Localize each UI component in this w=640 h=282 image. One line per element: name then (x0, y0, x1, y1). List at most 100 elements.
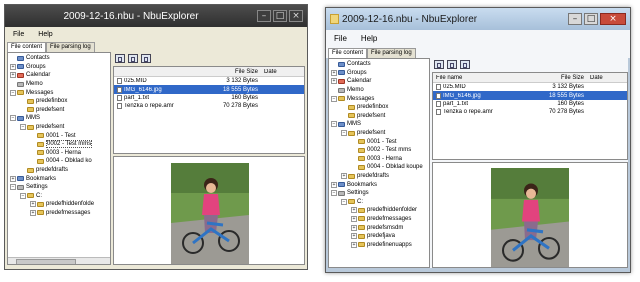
expand-icon[interactable]: + (331, 181, 337, 188)
maximize-icon[interactable]: □ (273, 10, 287, 22)
expand-icon[interactable]: + (341, 173, 347, 180)
expand-icon[interactable]: + (10, 63, 16, 70)
collapse-icon[interactable]: − (331, 121, 337, 128)
tree-node[interactable]: 0002 - Test mms (329, 146, 429, 155)
tree-node[interactable]: + Bookmarks (329, 180, 429, 189)
tree-node[interactable]: − Messages (329, 94, 429, 103)
tree-node[interactable]: Contacts (8, 54, 110, 63)
column-header-date[interactable]: Date (260, 69, 304, 75)
file-list[interactable]: File name File Size Date 025.MID 3 132 By… (432, 72, 628, 160)
collapse-icon[interactable]: − (20, 124, 26, 131)
collapse-icon[interactable]: − (331, 190, 337, 197)
expand-icon[interactable]: + (331, 69, 337, 76)
tree-node[interactable]: + predefhiddenfolde (8, 200, 110, 209)
tree-node[interactable]: 0001 - Test (329, 137, 429, 146)
tab-file-content[interactable]: File content (7, 42, 47, 52)
expand-icon[interactable]: + (331, 78, 337, 85)
minimize-icon[interactable]: – (257, 10, 271, 22)
tree-node[interactable]: + predefdrafts (329, 172, 429, 181)
tree-node[interactable]: + predefhiddenfolder (329, 206, 429, 215)
collapse-icon[interactable]: − (341, 130, 347, 137)
tree-node[interactable]: − Messages (8, 88, 110, 97)
column-header-name[interactable]: File name (433, 75, 535, 81)
file-list[interactable]: File Size Date 025.MID 3 132 Bytes IMG_61… (113, 66, 305, 154)
tree-node[interactable]: + Calendar (8, 71, 110, 80)
tab-file-parsing-log[interactable]: File parsing log (367, 48, 416, 58)
file-row-selected[interactable]: IMG_6146.jpg 18 555 Bytes (114, 85, 304, 94)
collapse-icon[interactable]: − (341, 198, 347, 205)
view-list-icon[interactable] (128, 53, 138, 63)
tree-node[interactable]: Contacts (329, 60, 429, 69)
view-list-icon[interactable] (447, 59, 457, 69)
expand-icon[interactable]: + (351, 241, 357, 248)
tree-node[interactable]: 0004 - Obklad ko (8, 157, 110, 166)
horizontal-scrollbar[interactable] (8, 257, 110, 264)
view-details-icon[interactable] (115, 53, 125, 63)
tree-node[interactable]: − C: (8, 192, 110, 201)
tree-node[interactable]: + Groups (8, 63, 110, 72)
file-row-selected[interactable]: IMG_6146.jpg 18 555 Bytes (433, 91, 627, 100)
collapse-icon[interactable]: − (331, 95, 337, 102)
tree-node[interactable]: − predefsent (8, 123, 110, 132)
close-icon[interactable]: × (600, 13, 626, 25)
expand-icon[interactable]: + (351, 215, 357, 222)
tree-node[interactable]: 0003 - Herna (8, 149, 110, 158)
tree-node[interactable]: predefinbox (8, 97, 110, 106)
maximize-icon[interactable]: □ (584, 13, 598, 25)
file-row[interactable]: Tenzka o repe.amr 70 278 Bytes (433, 108, 627, 116)
expand-icon[interactable]: + (351, 207, 357, 214)
view-thumbnails-icon[interactable] (141, 53, 151, 63)
tree-node[interactable]: − MMS (8, 114, 110, 123)
minimize-icon[interactable]: – (568, 13, 582, 25)
file-row[interactable]: part_1.txt 160 Bytes (114, 94, 304, 102)
expand-icon[interactable]: + (351, 224, 357, 231)
collapse-icon[interactable]: − (10, 115, 16, 122)
tree-node[interactable]: Memo (329, 86, 429, 95)
tree-node[interactable]: predefinbox (329, 103, 429, 112)
menu-help[interactable]: Help (361, 34, 377, 43)
file-row[interactable]: part_1.txt 160 Bytes (433, 100, 627, 108)
expand-icon[interactable]: + (10, 175, 16, 182)
collapse-icon[interactable]: − (10, 89, 16, 96)
tree-node[interactable]: + predefjava (329, 232, 429, 241)
tree-node[interactable]: + predefmessages (8, 209, 110, 218)
tree-node[interactable]: 0002 - Test mms (8, 140, 110, 149)
column-header-size[interactable]: File Size (535, 75, 586, 81)
column-header-size[interactable]: File Size (212, 69, 260, 75)
file-row[interactable]: 025.MID 3 132 Bytes (433, 83, 627, 91)
tree-node[interactable]: + Groups (329, 69, 429, 78)
tree-node[interactable]: + predefinenuapps (329, 240, 429, 249)
file-row[interactable]: Tenzka o repe.amr 70 278 Bytes (114, 102, 304, 110)
expand-icon[interactable]: + (10, 72, 16, 79)
view-details-icon[interactable] (434, 59, 444, 69)
tree-node[interactable]: + predefsmsdm (329, 223, 429, 232)
tree-node[interactable]: − Settings (8, 183, 110, 192)
file-row[interactable]: 025.MID 3 132 Bytes (114, 77, 304, 85)
view-thumbnails-icon[interactable] (460, 59, 470, 69)
tab-file-content[interactable]: File content (328, 48, 368, 58)
title-bar[interactable]: 2009-12-16.nbu - NbuExplorer – □ × (326, 8, 630, 30)
tree-node[interactable]: + predefmessages (329, 215, 429, 224)
tree-node[interactable]: − predefsent (329, 129, 429, 138)
column-header-date[interactable]: Date (586, 75, 627, 81)
collapse-icon[interactable]: − (10, 184, 16, 191)
tree-node[interactable]: − MMS (329, 120, 429, 129)
menu-file[interactable]: File (334, 34, 347, 43)
tree-node[interactable]: − Settings (329, 189, 429, 198)
tree-node[interactable]: 0003 - Herna (329, 155, 429, 164)
tree-node[interactable]: 0001 - Test (8, 131, 110, 140)
menu-file[interactable]: File (13, 31, 24, 38)
folder-tree[interactable]: Contacts + Groups + Calendar Memo − Message… (7, 52, 111, 265)
expand-icon[interactable]: + (351, 233, 357, 240)
expand-icon[interactable]: + (30, 201, 36, 208)
close-icon[interactable]: × (289, 10, 303, 22)
folder-tree[interactable]: Contacts + Groups + Calendar Memo − Message… (328, 58, 430, 268)
tree-node[interactable]: predefdrafts (8, 166, 110, 175)
tree-node[interactable]: 0004 - Obklad koupe (329, 163, 429, 172)
expand-icon[interactable]: + (30, 209, 36, 216)
menu-help[interactable]: Help (38, 31, 52, 38)
tree-node[interactable]: predefsent (8, 106, 110, 115)
tree-node[interactable]: + Calendar (329, 77, 429, 86)
tree-node[interactable]: predefsent (329, 112, 429, 121)
collapse-icon[interactable]: − (20, 192, 26, 199)
